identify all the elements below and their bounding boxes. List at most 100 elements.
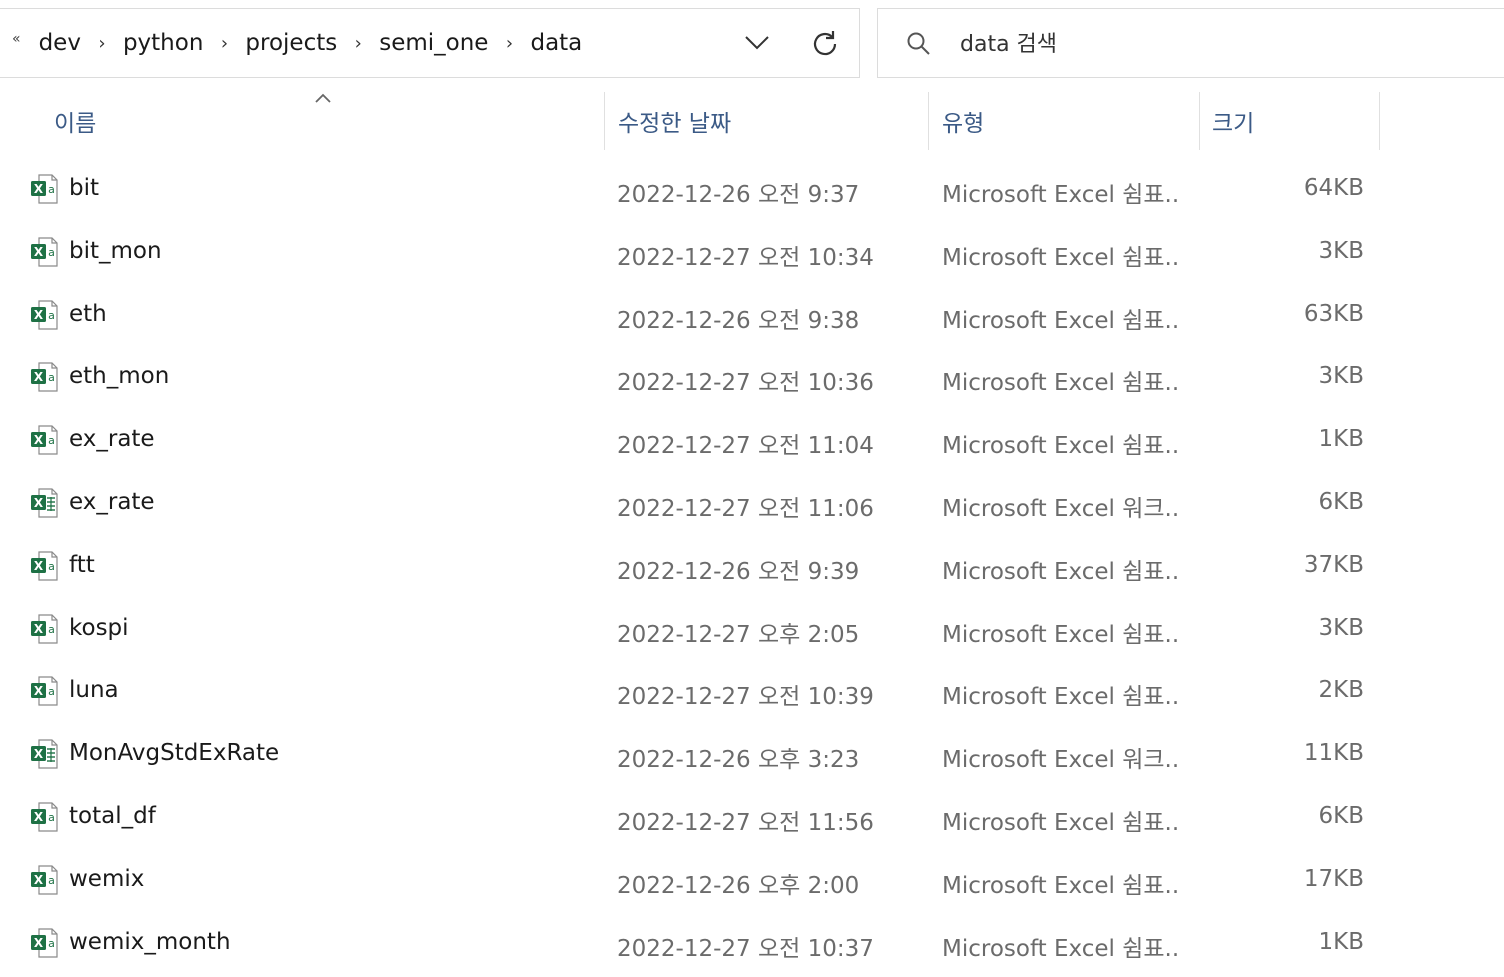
svg-text:a: a bbox=[48, 811, 55, 824]
excel-csv-icon: a X bbox=[31, 362, 58, 392]
chevron-right-icon[interactable]: › bbox=[492, 33, 526, 54]
svg-text:X: X bbox=[34, 559, 44, 573]
svg-text:a: a bbox=[48, 309, 55, 322]
file-modified-date: 2022-12-26 오전 9:38 bbox=[617, 307, 860, 334]
file-name: ex_rate bbox=[69, 426, 155, 453]
file-name: bit bbox=[69, 175, 100, 201]
file-type: Microsoft Excel 쉼표... bbox=[942, 370, 1180, 397]
file-row[interactable]: a X luna 2022-12-27 오전 10:39 Microsoft E… bbox=[0, 662, 1504, 725]
file-size: 3KB bbox=[1318, 614, 1365, 641]
file-name: wemix_month bbox=[69, 928, 231, 955]
file-modified-date: 2022-12-26 오후 3:23 bbox=[617, 747, 860, 774]
chevron-right-icon[interactable]: › bbox=[85, 33, 119, 54]
column-header-name-label: 이름 bbox=[54, 111, 97, 137]
file-name: eth_mon bbox=[69, 363, 170, 390]
file-row[interactable]: X ex_rate 2022-12-27 오전 11:06 Microsoft … bbox=[0, 474, 1504, 537]
svg-text:X: X bbox=[34, 936, 44, 950]
file-type: Microsoft Excel 워크... bbox=[942, 496, 1180, 522]
excel-csv-icon: a X bbox=[31, 237, 58, 267]
column-header-name[interactable]: 이름 bbox=[0, 92, 605, 150]
svg-text:X: X bbox=[34, 308, 44, 322]
excel-csv-icon: a X bbox=[31, 676, 58, 706]
svg-text:X: X bbox=[34, 810, 44, 824]
file-modified-date: 2022-12-26 오전 9:39 bbox=[617, 558, 860, 585]
breadcrumb: « dev › python › projects › semi_one › d… bbox=[0, 30, 586, 56]
svg-text:a: a bbox=[48, 623, 55, 636]
file-size: 64KB bbox=[1303, 175, 1364, 201]
breadcrumb-overflow-button[interactable]: « bbox=[12, 31, 21, 47]
column-header-size-label: 크기 bbox=[1212, 111, 1255, 137]
svg-text:X: X bbox=[34, 370, 44, 384]
search-input[interactable] bbox=[958, 23, 1442, 65]
file-modified-date: 2022-12-27 오전 10:36 bbox=[617, 370, 874, 397]
file-name: wemix bbox=[69, 865, 145, 892]
file-row[interactable]: a X bit_mon 2022-12-27 오전 10:34 Microsof… bbox=[0, 223, 1504, 286]
svg-text:a: a bbox=[48, 183, 55, 196]
column-header-type[interactable]: 유형 bbox=[929, 92, 1200, 150]
file-size: 11KB bbox=[1303, 740, 1364, 767]
file-row[interactable]: a X eth_mon 2022-12-27 오전 10:36 Microsof… bbox=[0, 348, 1504, 411]
search-box[interactable] bbox=[877, 8, 1504, 78]
column-header-date[interactable]: 수정한 날짜 bbox=[605, 92, 929, 150]
file-name: bit_mon bbox=[69, 237, 162, 264]
file-type: Microsoft Excel 쉼표... bbox=[942, 935, 1180, 962]
file-row[interactable]: a X ftt 2022-12-26 오전 9:39 Microsoft Exc… bbox=[0, 537, 1504, 600]
file-name: eth bbox=[69, 300, 107, 327]
file-name: ex_rate bbox=[69, 489, 155, 515]
file-size: 1KB bbox=[1318, 928, 1365, 955]
excel-workbook-icon: X bbox=[31, 488, 58, 518]
file-name: kospi bbox=[69, 614, 129, 641]
breadcrumb-item-data[interactable]: data bbox=[526, 30, 586, 56]
file-type: Microsoft Excel 쉼표... bbox=[942, 307, 1180, 334]
refresh-icon[interactable] bbox=[808, 27, 842, 61]
file-size: 2KB bbox=[1318, 677, 1365, 704]
chevron-right-icon[interactable]: › bbox=[207, 33, 241, 54]
file-size: 63KB bbox=[1303, 300, 1364, 327]
breadcrumb-item-semi-one[interactable]: semi_one bbox=[375, 30, 492, 56]
column-header-row: 이름 수정한 날짜 유형 크기 bbox=[0, 92, 1504, 152]
column-header-date-label: 수정한 날짜 bbox=[618, 111, 732, 137]
svg-text:X: X bbox=[34, 496, 44, 510]
svg-text:X: X bbox=[34, 182, 44, 196]
file-row[interactable]: a X wemix 2022-12-26 오후 2:00 Microsoft E… bbox=[0, 851, 1504, 914]
excel-csv-icon: a X bbox=[31, 551, 58, 581]
file-modified-date: 2022-12-27 오전 10:39 bbox=[617, 684, 874, 711]
file-row[interactable]: a X kospi 2022-12-27 오후 2:05 Microsoft E… bbox=[0, 600, 1504, 663]
column-header-size[interactable]: 크기 bbox=[1200, 92, 1380, 150]
excel-csv-icon: a X bbox=[31, 425, 58, 455]
file-modified-date: 2022-12-27 오후 2:05 bbox=[617, 621, 860, 648]
excel-csv-icon: a X bbox=[31, 174, 58, 204]
file-modified-date: 2022-12-27 오전 10:34 bbox=[617, 244, 874, 271]
file-row[interactable]: a X eth 2022-12-26 오전 9:38 Microsoft Exc… bbox=[0, 286, 1504, 349]
address-bar[interactable]: « dev › python › projects › semi_one › d… bbox=[0, 8, 860, 78]
file-row[interactable]: X MonAvgStdExRate 2022-12-26 오후 3:23 Mic… bbox=[0, 725, 1504, 788]
svg-text:a: a bbox=[48, 874, 55, 887]
file-row[interactable]: a X ex_rate 2022-12-27 오전 11:04 Microsof… bbox=[0, 411, 1504, 474]
file-row[interactable]: a X bit 2022-12-26 오전 9:37 Microsoft Exc… bbox=[0, 160, 1504, 223]
file-size: 1KB bbox=[1318, 426, 1365, 453]
chevron-right-icon[interactable]: › bbox=[341, 33, 375, 54]
file-row[interactable]: a X total_df 2022-12-27 오전 11:56 Microso… bbox=[0, 788, 1504, 851]
excel-csv-icon: a X bbox=[31, 613, 58, 644]
breadcrumb-item-dev[interactable]: dev bbox=[35, 30, 85, 56]
chevron-down-icon[interactable] bbox=[742, 31, 772, 55]
file-modified-date: 2022-12-27 오전 11:06 bbox=[617, 496, 874, 522]
svg-text:X: X bbox=[34, 747, 44, 761]
file-type: Microsoft Excel 쉼표... bbox=[942, 182, 1180, 208]
svg-text:a: a bbox=[48, 246, 55, 259]
file-modified-date: 2022-12-27 오전 11:04 bbox=[617, 433, 874, 460]
svg-text:a: a bbox=[48, 560, 55, 573]
file-type: Microsoft Excel 쉼표... bbox=[942, 810, 1180, 836]
file-size: 6KB bbox=[1318, 489, 1365, 515]
breadcrumb-item-projects[interactable]: projects bbox=[241, 30, 341, 56]
breadcrumb-item-python[interactable]: python bbox=[119, 30, 207, 56]
file-name: MonAvgStdExRate bbox=[69, 740, 280, 767]
file-type: Microsoft Excel 쉼표... bbox=[942, 872, 1180, 899]
excel-csv-icon: a X bbox=[31, 802, 58, 832]
file-size: 37KB bbox=[1303, 551, 1364, 578]
file-size: 3KB bbox=[1318, 363, 1365, 390]
svg-text:X: X bbox=[34, 873, 44, 887]
svg-text:a: a bbox=[48, 685, 55, 698]
file-row[interactable]: a X wemix_month 2022-12-27 오전 10:37 Micr… bbox=[0, 914, 1504, 977]
excel-csv-icon: a X bbox=[31, 927, 58, 958]
